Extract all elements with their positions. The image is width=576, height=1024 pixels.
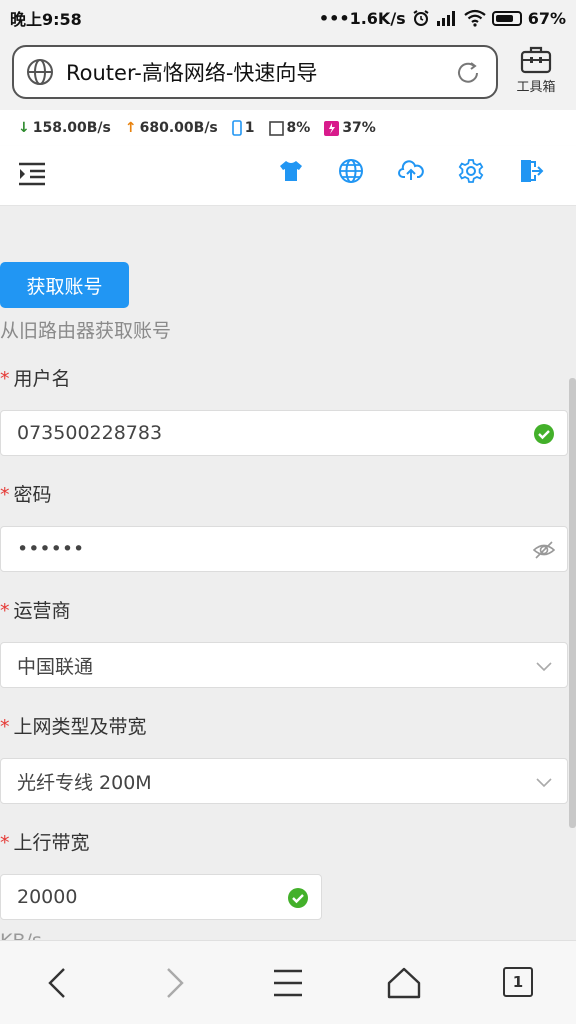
reload-icon[interactable] bbox=[454, 59, 482, 87]
upload-speed: ↑ 680.00B/s bbox=[125, 120, 218, 136]
check-icon bbox=[534, 424, 554, 444]
battery-icon bbox=[491, 10, 522, 26]
browser-toolbar: Router-高恪网络-快速向导 工具箱 bbox=[0, 36, 576, 110]
forward-icon[interactable] bbox=[154, 963, 194, 1003]
isp-select[interactable]: 中国联通 bbox=[0, 642, 568, 688]
required-mark: * bbox=[0, 716, 10, 738]
password-label: * 密码 bbox=[0, 480, 52, 507]
memory-usage: 8% bbox=[268, 120, 311, 136]
chevron-down-icon bbox=[536, 662, 552, 672]
address-bar[interactable]: Router-高恪网络-快速向导 bbox=[12, 45, 498, 99]
shirt-icon[interactable] bbox=[278, 158, 304, 184]
router-navbar bbox=[0, 146, 576, 206]
isp-value: 中国联通 bbox=[17, 655, 94, 678]
router-stats-bar: ↓ 158.00B/s ↑ 680.00B/s 1 8% 37% bbox=[0, 110, 576, 146]
download-speed: ↓ 158.00B/s bbox=[18, 120, 111, 136]
nav-icon-group bbox=[278, 158, 544, 184]
username-value: 073500228783 bbox=[17, 422, 163, 444]
password-value: •••••• bbox=[17, 538, 85, 560]
device-value: 1 bbox=[244, 120, 255, 136]
upstream-label: * 上行带宽 bbox=[0, 828, 90, 855]
username-label-text: 用户名 bbox=[13, 368, 71, 390]
toolbox-icon bbox=[520, 46, 552, 74]
battery-level: 67% bbox=[527, 8, 566, 28]
username-input[interactable]: 073500228783 bbox=[0, 410, 568, 456]
fetch-account-help: 从旧路由器获取账号 bbox=[0, 320, 172, 342]
fetch-account-button[interactable]: 获取账号 bbox=[0, 262, 129, 308]
menu-icon[interactable] bbox=[18, 162, 46, 186]
wifi-icon bbox=[464, 9, 486, 27]
eye-off-icon[interactable] bbox=[533, 539, 555, 561]
password-input[interactable]: •••••• bbox=[0, 526, 568, 572]
signal-icon bbox=[436, 11, 455, 26]
scrollbar[interactable] bbox=[569, 378, 576, 828]
arrow-down-icon: ↓ bbox=[18, 120, 30, 136]
chevron-down-icon bbox=[536, 778, 552, 788]
upload-value: 680.00B/s bbox=[139, 120, 218, 136]
status-bar: 晚上9:58 •••1.6K/s 67% bbox=[0, 0, 576, 36]
home-icon[interactable] bbox=[384, 963, 424, 1003]
cloud-upload-icon[interactable] bbox=[398, 158, 424, 184]
page-title: Router-高恪网络-快速向导 bbox=[66, 61, 318, 85]
net-speed: •••1.6K/s bbox=[318, 8, 406, 28]
upstream-label-text: 上行带宽 bbox=[13, 832, 90, 854]
download-value: 158.00B/s bbox=[32, 120, 111, 136]
isp-label: * 运营商 bbox=[0, 596, 71, 623]
alarm-icon bbox=[413, 10, 429, 26]
status-time: 晚上9:58 bbox=[10, 10, 82, 29]
check-icon bbox=[288, 888, 308, 908]
required-mark: * bbox=[0, 368, 10, 390]
upstream-unit: KB/s bbox=[0, 930, 42, 940]
logout-icon[interactable] bbox=[518, 158, 544, 184]
browser-bottom-nav bbox=[0, 940, 576, 1024]
required-mark: * bbox=[0, 832, 10, 854]
back-icon[interactable] bbox=[38, 963, 78, 1003]
status-right: •••1.6K/s 67% bbox=[319, 9, 566, 28]
setup-wizard-form: 获取账号 从旧路由器获取账号 * 用户名 073500228783 * 密码 •••… bbox=[0, 206, 576, 940]
type-value: 光纤专线 200M bbox=[17, 771, 152, 794]
type-label: * 上网类型及带宽 bbox=[0, 712, 147, 739]
menu-lines-icon[interactable] bbox=[268, 963, 308, 1003]
memory-value: 8% bbox=[286, 120, 311, 136]
cpu-value: 37% bbox=[342, 120, 376, 136]
type-label-text: 上网类型及带宽 bbox=[13, 716, 147, 738]
password-label-text: 密码 bbox=[13, 484, 52, 506]
required-mark: * bbox=[0, 600, 10, 622]
cpu-icon bbox=[324, 120, 340, 136]
toolbox-label: 工具箱 bbox=[516, 80, 556, 95]
arrow-up-icon: ↑ bbox=[124, 120, 137, 136]
required-mark: * bbox=[0, 484, 10, 506]
globe-nav-icon[interactable] bbox=[338, 158, 364, 184]
globe-icon bbox=[27, 59, 53, 85]
device-count: 1 bbox=[231, 120, 255, 136]
username-label: * 用户名 bbox=[0, 364, 71, 391]
toolbox-button[interactable]: 工具箱 bbox=[506, 44, 566, 102]
isp-label-text: 运营商 bbox=[13, 600, 71, 622]
memory-icon bbox=[268, 120, 284, 136]
phone-icon bbox=[231, 120, 242, 136]
upstream-input[interactable]: 20000 bbox=[0, 874, 322, 920]
upstream-value: 20000 bbox=[17, 886, 78, 908]
gear-icon[interactable] bbox=[458, 158, 484, 184]
tab-count-button[interactable]: 1 bbox=[503, 967, 533, 997]
type-select[interactable]: 光纤专线 200M bbox=[0, 758, 568, 804]
cpu-usage: 37% bbox=[324, 120, 376, 136]
